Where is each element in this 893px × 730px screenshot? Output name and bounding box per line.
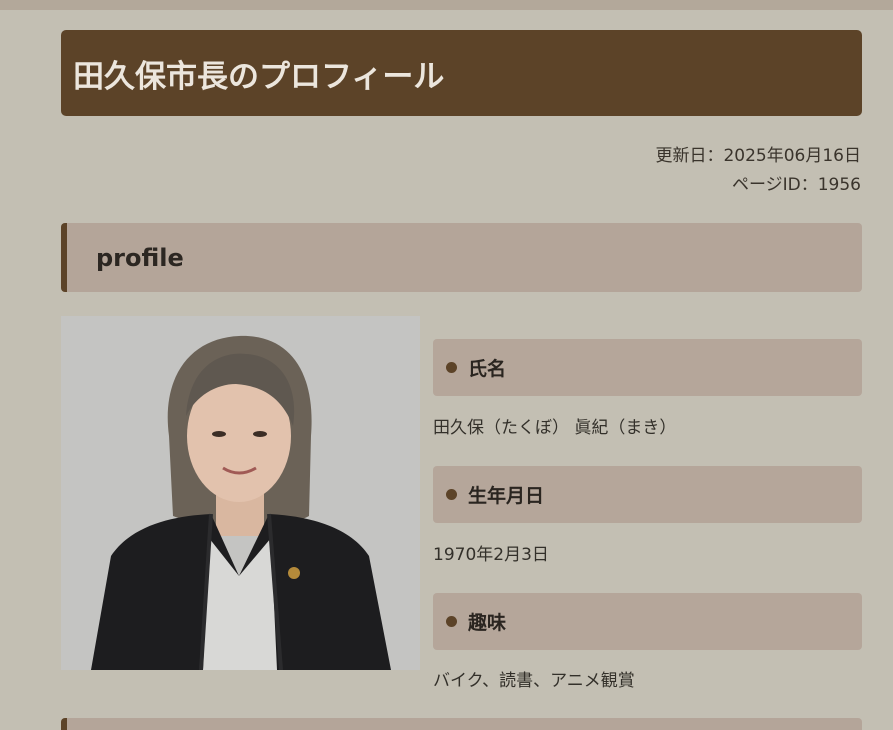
field-value-birthdate: 1970年2月3日 [433,545,549,565]
field-label: 生年月日 [468,485,545,507]
field-heading-hobbies: 趣味 [433,593,862,650]
bullet-dot-icon [446,616,457,627]
page-meta: 更新日：2025年06月16日 ページID：1956 [655,142,861,200]
field-value-hobbies: バイク、読書、アニメ観賞 [433,671,635,691]
bullet-dot-icon [446,362,457,373]
field-heading-name: 氏名 [433,339,862,396]
page-title-bar: 田久保市長のプロフィール [61,30,862,116]
field-heading-birthdate: 生年月日 [433,466,862,523]
field-label: 氏名 [468,358,507,380]
field-label: 趣味 [468,612,507,634]
next-section-heading-edge [61,718,862,730]
bullet-dot-icon [446,489,457,500]
field-value-name: 田久保（たくぼ） 眞紀（まき） [433,418,677,438]
page-title: 田久保市長のプロフィール [73,58,445,95]
top-strip [0,0,893,10]
updated-date: 更新日：2025年06月16日 [655,146,861,166]
section-heading-text: profile [96,243,184,272]
page-id: ページID：1956 [731,175,861,195]
mayor-portrait-photo [61,316,420,670]
profile-section-heading: profile [61,223,862,292]
